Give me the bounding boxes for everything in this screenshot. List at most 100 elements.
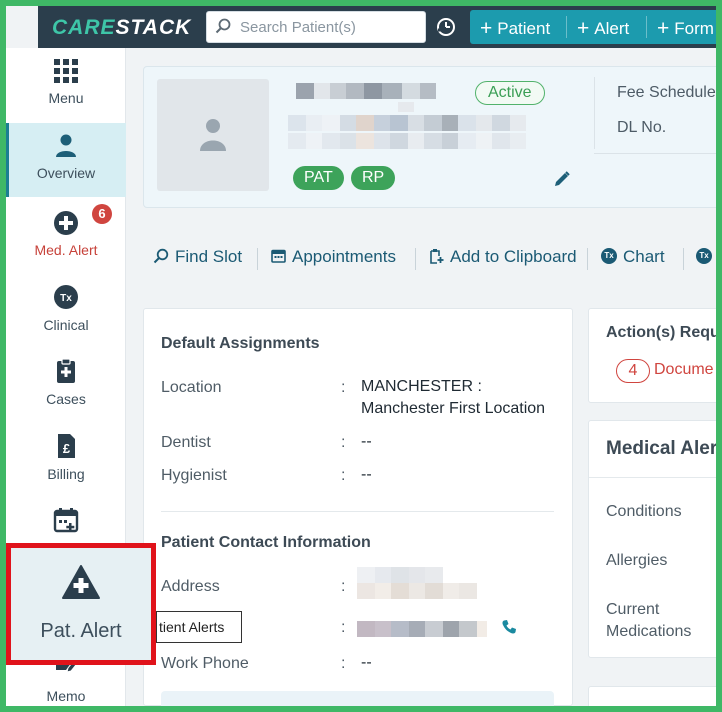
phone-icon[interactable] bbox=[501, 619, 517, 635]
svg-text:Tx: Tx bbox=[60, 293, 72, 304]
separator: : bbox=[341, 578, 346, 595]
plus-icon: + bbox=[577, 17, 590, 40]
calendar-plus-icon bbox=[53, 508, 79, 533]
app-window: CARESTACK Search Patient(s) + Patient + Al… bbox=[6, 6, 716, 706]
patient-action-bar: Find Slot Appointments Add to Clipboard … bbox=[143, 238, 716, 278]
location-value-line2: Manchester First Location bbox=[361, 400, 546, 417]
address-label: Address bbox=[161, 578, 220, 595]
divider bbox=[594, 153, 716, 154]
patient-header-card: Active PAT RP Fee Schedule DL No. bbox=[143, 66, 716, 208]
sidebar-item-label: Med. Alert bbox=[34, 242, 98, 258]
dl-number-label: DL No. bbox=[617, 119, 667, 136]
patient-name-redacted bbox=[296, 83, 436, 99]
sidebar-item-label: Overview bbox=[36, 165, 96, 181]
divider bbox=[415, 248, 416, 270]
next-card bbox=[588, 686, 716, 706]
appointments-button[interactable]: Appointments bbox=[271, 247, 396, 267]
location-value-line1: MANCHESTER : bbox=[361, 378, 482, 395]
person-icon bbox=[56, 134, 76, 157]
search-icon bbox=[215, 18, 231, 34]
sidebar-item-clinical[interactable]: Tx Clinical bbox=[6, 275, 126, 349]
patient-details-panel: Default Assignments Location : MANCHESTE… bbox=[143, 308, 573, 706]
location-label: Location bbox=[161, 379, 222, 396]
divider bbox=[161, 511, 554, 512]
patient-alerts-tooltip: tient Alerts bbox=[156, 611, 242, 643]
divider bbox=[589, 477, 716, 478]
divider bbox=[257, 248, 258, 270]
section-title-default-assignments: Default Assignments bbox=[161, 335, 320, 352]
separator: : bbox=[341, 434, 346, 451]
address-redacted bbox=[357, 583, 477, 599]
add-patient-label: Patient bbox=[497, 19, 551, 38]
grid-icon bbox=[54, 59, 78, 83]
divider bbox=[566, 16, 567, 38]
find-slot-button[interactable]: Find Slot bbox=[153, 247, 242, 267]
separator: : bbox=[341, 619, 346, 636]
divider bbox=[587, 248, 588, 270]
address-redacted bbox=[357, 567, 443, 583]
invoice-icon: £ bbox=[58, 434, 75, 458]
sidebar-item-med-alert[interactable]: 6 Med. Alert bbox=[6, 200, 126, 274]
top-bar: CARESTACK Search Patient(s) + Patient + Al… bbox=[38, 6, 716, 48]
section-title-contact: Patient Contact Information bbox=[161, 534, 371, 551]
search-icon bbox=[153, 248, 169, 263]
work-phone-value: -- bbox=[361, 654, 372, 671]
hygienist-value: -- bbox=[361, 466, 372, 483]
recent-history-icon[interactable] bbox=[435, 16, 457, 38]
tx-icon: Tx bbox=[54, 285, 78, 309]
plus-icon: + bbox=[480, 17, 493, 40]
person-placeholder-icon bbox=[200, 119, 226, 151]
document-count-badge[interactable]: 4 bbox=[616, 359, 650, 383]
status-badge: Active bbox=[475, 81, 545, 105]
separator: : bbox=[341, 467, 346, 484]
find-slot-label: Find Slot bbox=[175, 247, 243, 266]
add-alert-label: Alert bbox=[594, 19, 630, 38]
add-form-button[interactable]: + Form bbox=[657, 16, 714, 40]
patient-alert-button[interactable]: Pat. Alert bbox=[6, 543, 156, 665]
divider bbox=[646, 16, 647, 38]
add-to-clipboard-label: Add to Clipboard bbox=[450, 247, 577, 266]
tag-pat[interactable]: PAT bbox=[293, 166, 344, 190]
redacted-text bbox=[398, 99, 414, 112]
warning-plus-icon bbox=[62, 565, 100, 599]
clipboard-icon bbox=[57, 358, 75, 383]
more-tx-button[interactable]: Tx bbox=[696, 247, 716, 267]
patient-info-redacted bbox=[288, 133, 526, 149]
divider bbox=[683, 248, 684, 270]
sidebar-item-label: Clinical bbox=[43, 317, 89, 333]
dentist-label: Dentist bbox=[161, 434, 211, 451]
add-to-clipboard-button[interactable]: Add to Clipboard bbox=[429, 247, 577, 267]
documents-link[interactable]: Docume bbox=[654, 361, 714, 379]
patient-alert-label: Pat. Alert bbox=[40, 620, 122, 642]
current-medications-line2: Medications bbox=[606, 623, 692, 640]
sidebar-item-overview[interactable]: Overview bbox=[6, 123, 126, 197]
current-medications-line1: Current bbox=[606, 601, 660, 618]
patient-search-box[interactable]: Search Patient(s) bbox=[206, 11, 426, 43]
medical-alert-card: Medical Alert Conditions Allergies Curre… bbox=[588, 420, 716, 658]
add-patient-button[interactable]: + Patient bbox=[480, 16, 550, 40]
fee-schedule-label: Fee Schedule bbox=[617, 84, 716, 101]
phone-redacted bbox=[357, 621, 487, 637]
calendar-icon bbox=[271, 249, 286, 263]
svg-text:£: £ bbox=[63, 441, 71, 456]
work-phone-label: Work Phone bbox=[161, 655, 249, 672]
tx-icon: Tx bbox=[601, 247, 617, 264]
sidebar-item-billing[interactable]: £ Billing bbox=[6, 424, 126, 498]
tag-rp[interactable]: RP bbox=[351, 166, 396, 190]
edit-pencil-icon[interactable] bbox=[553, 170, 571, 188]
actions-required-title: Action(s) Requ bbox=[606, 324, 716, 341]
sidebar-item-menu[interactable]: Menu bbox=[6, 48, 126, 122]
add-form-label: Form bbox=[674, 19, 714, 38]
info-box bbox=[161, 691, 554, 706]
sidebar-item-cases[interactable]: Cases bbox=[6, 349, 126, 423]
separator: : bbox=[341, 655, 346, 672]
carestack-logo[interactable]: CARESTACK bbox=[52, 16, 191, 40]
sidebar-item-label: Cases bbox=[46, 391, 86, 407]
chart-label: Chart bbox=[623, 247, 665, 266]
allergies-label: Allergies bbox=[606, 552, 668, 569]
add-alert-button[interactable]: + Alert bbox=[577, 16, 629, 40]
chart-button[interactable]: Tx Chart bbox=[601, 247, 665, 267]
appointments-label: Appointments bbox=[292, 247, 396, 266]
logo-part1: CARE bbox=[52, 16, 116, 39]
divider bbox=[594, 77, 595, 149]
